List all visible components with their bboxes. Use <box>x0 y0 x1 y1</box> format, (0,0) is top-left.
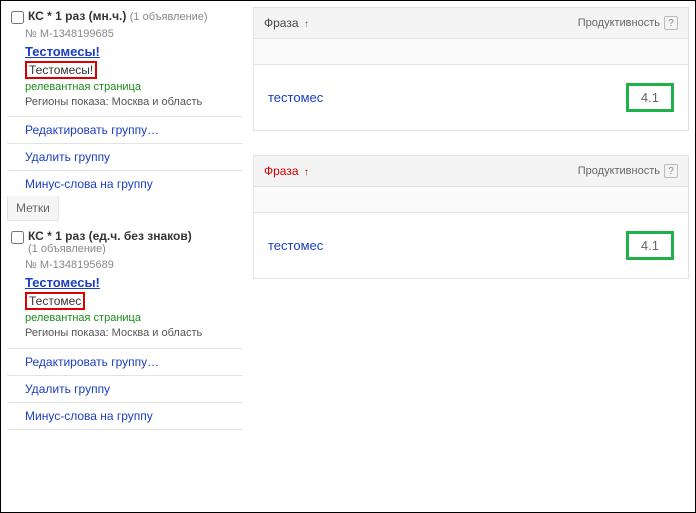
edit-group-link[interactable]: Редактировать группу… <box>25 123 159 137</box>
phrase-table: Фраза ↑ Продуктивность ? тестомес 4.1 <box>253 155 689 279</box>
group-block: КС * 1 раз (ед.ч. без знаков) (1 объявле… <box>7 227 243 429</box>
table-header: Фраза ↑ Продуктивность ? <box>254 8 688 39</box>
relevant-page-label: релевантная страница <box>7 81 243 95</box>
minus-words-link[interactable]: Минус-слова на группу <box>25 409 153 423</box>
group-header: КС * 1 раз (мн.ч.) (1 объявление) <box>7 7 243 26</box>
regions-label: Регионы показа: Москва и область <box>7 95 243 116</box>
table-subheader <box>254 39 688 65</box>
productivity-column-header[interactable]: Продуктивность <box>578 17 660 29</box>
productivity-score: 4.1 <box>626 231 674 260</box>
sort-arrow-icon: ↑ <box>304 19 309 30</box>
edit-group-link[interactable]: Редактировать группу… <box>25 355 159 369</box>
group-header: КС * 1 раз (ед.ч. без знаков) (1 объявле… <box>7 227 243 257</box>
phrase-text[interactable]: тестомес <box>268 238 323 253</box>
delete-group-link[interactable]: Удалить группу <box>25 382 110 396</box>
phrase-table: Фраза ↑ Продуктивность ? тестомес 4.1 <box>253 7 689 131</box>
group-id: № M-1348199685 <box>7 26 243 44</box>
table-row: тестомес 4.1 <box>254 213 688 278</box>
highlighted-keyword: Тестомесы! <box>25 61 97 79</box>
phrase-text[interactable]: тестомес <box>268 90 323 105</box>
minus-words-link[interactable]: Минус-слова на группу <box>25 177 153 191</box>
help-icon[interactable]: ? <box>664 16 678 30</box>
tags-button[interactable]: Метки <box>7 196 59 221</box>
table-row: тестомес 4.1 <box>254 65 688 130</box>
phrase-column-header[interactable]: Фраза <box>264 16 299 30</box>
left-column: КС * 1 раз (мн.ч.) (1 объявление) № M-13… <box>7 7 243 506</box>
table-header: Фраза ↑ Продуктивность ? <box>254 156 688 187</box>
group-title: КС * 1 раз (ед.ч. без знаков) <box>28 229 192 243</box>
group-id: № M-1348195689 <box>7 257 243 275</box>
delete-group-link[interactable]: Удалить группу <box>25 150 110 164</box>
group-checkbox[interactable] <box>11 231 24 244</box>
sort-arrow-icon: ↑ <box>304 167 309 178</box>
ad-title-link[interactable]: Тестомесы! <box>7 44 243 61</box>
ad-title-link[interactable]: Тестомесы! <box>7 275 243 292</box>
group-count: (1 объявление) <box>28 243 192 255</box>
help-icon[interactable]: ? <box>664 164 678 178</box>
group-checkbox[interactable] <box>11 11 24 24</box>
highlighted-keyword: Тестомес <box>25 292 85 310</box>
group-count: (1 объявление) <box>130 11 208 23</box>
table-subheader <box>254 187 688 213</box>
productivity-column-header[interactable]: Продуктивность <box>578 165 660 177</box>
regions-label: Регионы показа: Москва и область <box>7 326 243 347</box>
right-column: Фраза ↑ Продуктивность ? тестомес 4.1 Фр… <box>243 7 689 506</box>
group-block: КС * 1 раз (мн.ч.) (1 объявление) № M-13… <box>7 7 243 221</box>
group-title: КС * 1 раз (мн.ч.) <box>28 9 126 23</box>
productivity-score: 4.1 <box>626 83 674 112</box>
relevant-page-label: релевантная страница <box>7 312 243 326</box>
phrase-column-header[interactable]: Фраза <box>264 164 299 178</box>
